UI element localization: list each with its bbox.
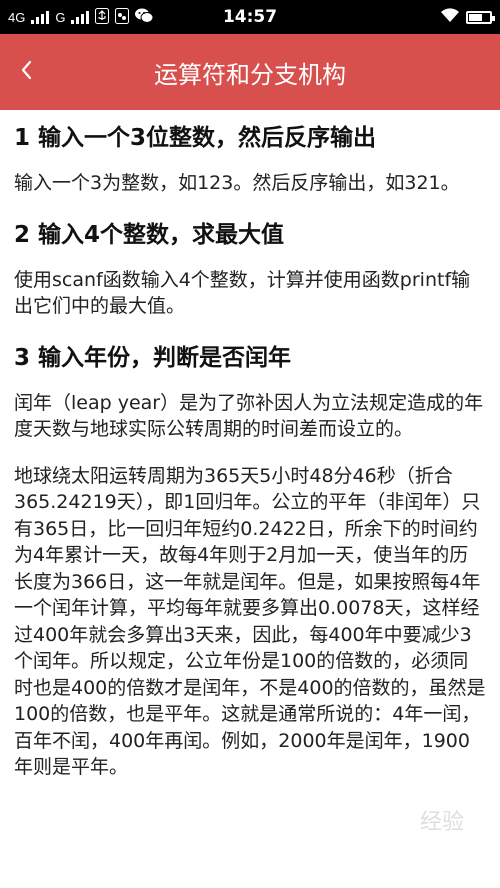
- section-3-paragraph-1: 闰年（leap year）是为了弥补因人为立法规定造成的年度天数与地球实际公转周…: [14, 391, 484, 441]
- back-button[interactable]: [0, 34, 52, 110]
- watermark: 经验: [419, 810, 464, 835]
- app-bar: 运算符和分支机构: [0, 34, 500, 110]
- status-right: [440, 8, 495, 26]
- section-2-paragraph-1: 使用scanf函数输入4个整数，计算并使用函数printf输出它们中的最大值。: [14, 268, 471, 318]
- signal-icon: [31, 10, 50, 24]
- section-heading-1: 1 输入一个3位整数，然后反序输出: [14, 125, 377, 151]
- network-type-2: G: [55, 9, 66, 25]
- status-bar: 4G G: [0, 0, 500, 34]
- section-heading-3: 3 输入年份，判断是否闰年: [14, 344, 292, 371]
- section-heading-2: 2 输入4个整数，求最大值: [14, 221, 285, 248]
- page-title: 运算符和分支机构: [154, 60, 346, 89]
- usb-icon: [95, 7, 110, 27]
- section-1-paragraph-1: 输入一个3为整数，如123。然后反序输出，如321。: [14, 172, 460, 194]
- signal-icon-2: [71, 10, 90, 24]
- wechat-icon: [135, 8, 154, 26]
- wifi-icon: [440, 8, 460, 26]
- status-left: 4G G: [8, 7, 154, 27]
- notification-icon: [115, 7, 130, 27]
- network-type-1: 4G: [8, 9, 26, 25]
- battery-icon: [466, 10, 495, 24]
- chevron-left-icon: [19, 59, 33, 85]
- section-3-paragraph-2: 地球绕太阳运转周期为365天5小时48分46秒（折合365.24219天），即1…: [14, 464, 486, 779]
- article-content: 1 输入一个3位整数，然后反序输出 输入一个3为整数，如123。然后反序输出，如…: [0, 120, 500, 781]
